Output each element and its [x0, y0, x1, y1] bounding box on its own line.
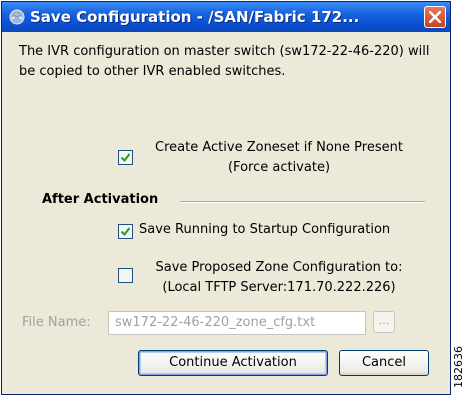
after-activation-heading: After Activation	[42, 192, 159, 207]
create-zoneset-line1: Create Active Zoneset if None Present	[155, 140, 403, 155]
section-divider	[180, 201, 425, 203]
create-zoneset-checkbox[interactable]	[118, 150, 133, 165]
info-message: The IVR configuration on master switch (…	[19, 44, 430, 79]
file-name-label: File Name:	[22, 315, 91, 330]
close-icon	[429, 11, 441, 23]
save-proposed-checkbox[interactable]	[118, 268, 133, 283]
save-proposed-label: Save Proposed Zone Configuration to: (Lo…	[139, 258, 419, 298]
cancel-button[interactable]: Cancel	[339, 350, 429, 376]
save-configuration-dialog: Save Configuration - /SAN/Fabric 172... …	[1, 1, 451, 395]
checkmark-icon	[120, 153, 131, 163]
window-title: Save Configuration - /SAN/Fabric 172...	[30, 8, 360, 26]
create-zoneset-line2: (Force activate)	[227, 160, 331, 175]
create-zoneset-label: Create Active Zoneset if None Present (F…	[139, 138, 419, 178]
continue-activation-button[interactable]: Continue Activation	[138, 350, 328, 376]
browse-button[interactable]: ...	[373, 311, 395, 333]
checkmark-icon	[120, 227, 131, 237]
file-name-input[interactable]: sw172-22-46-220_zone_cfg.txt	[108, 311, 366, 335]
save-running-checkbox[interactable]	[118, 224, 133, 239]
figure-id: 182636	[452, 346, 465, 388]
save-proposed-line1: Save Proposed Zone Configuration to:	[155, 260, 403, 275]
save-proposed-line2: (Local TFTP Server:171.70.222.226)	[162, 280, 396, 295]
save-running-label: Save Running to Startup Configuration	[139, 222, 391, 237]
title-bar[interactable]: Save Configuration - /SAN/Fabric 172...	[2, 2, 450, 32]
app-icon	[9, 9, 25, 25]
close-button[interactable]	[424, 6, 446, 28]
